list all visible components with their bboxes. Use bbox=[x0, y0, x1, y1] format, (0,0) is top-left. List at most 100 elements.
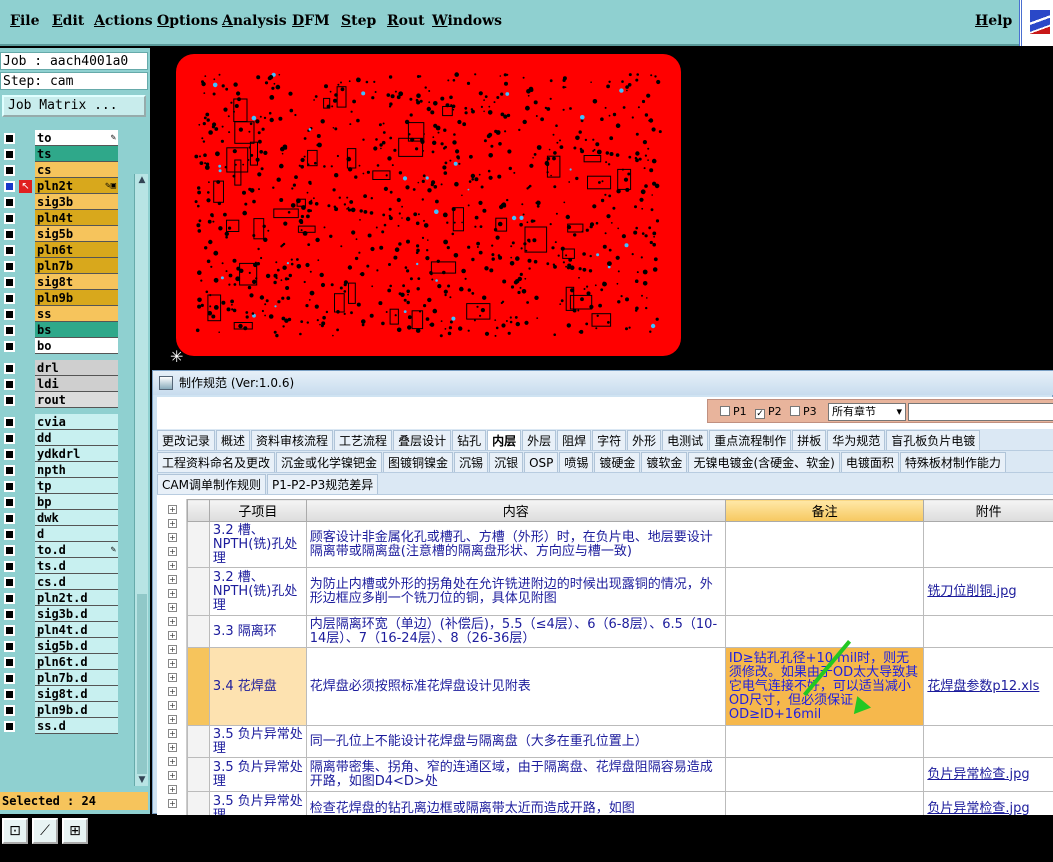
measure-icon[interactable]: ⟋ bbox=[32, 818, 58, 844]
layer-checkbox[interactable] bbox=[4, 181, 15, 192]
layer-name[interactable]: sig5b bbox=[35, 226, 118, 242]
expand-icon[interactable]: + bbox=[168, 603, 177, 612]
layer-checkbox[interactable] bbox=[4, 593, 15, 604]
table-row[interactable]: 3.4 花焊盘花焊盘必须按照标准花焊盘设计见附表ID≥钻孔孔径+10 mil时，… bbox=[188, 648, 1053, 726]
expand-icon[interactable]: + bbox=[168, 547, 177, 556]
layer-row[interactable]: pln7b.d bbox=[0, 670, 120, 686]
layer-row[interactable]: drl bbox=[0, 360, 120, 376]
p2-option[interactable]: ✓P2 bbox=[755, 405, 782, 419]
layer-checkbox[interactable] bbox=[4, 395, 15, 406]
layer-name[interactable]: pln9b bbox=[35, 290, 118, 306]
table-row[interactable]: 3.2 槽、NPTH(铣)孔处理为防止内槽或外形的拐角处在允许铣进附边的时候出现… bbox=[188, 568, 1053, 616]
tab-item[interactable]: 电测试 bbox=[662, 430, 708, 450]
layer-row[interactable]: bp bbox=[0, 494, 120, 510]
expand-icon[interactable]: + bbox=[168, 715, 177, 724]
layer-checkbox[interactable] bbox=[4, 529, 15, 540]
expand-icon[interactable]: + bbox=[168, 701, 177, 710]
layer-checkbox[interactable] bbox=[4, 625, 15, 636]
layer-checkbox[interactable] bbox=[4, 229, 15, 240]
layer-row[interactable]: cs bbox=[0, 162, 120, 178]
layer-checkbox[interactable] bbox=[4, 721, 15, 732]
layer-name[interactable]: drl bbox=[35, 360, 118, 376]
grid-icon[interactable]: ⊞ bbox=[62, 818, 88, 844]
menu-analysis[interactable]: Analysis bbox=[222, 13, 287, 29]
p1-option[interactable]: P1 bbox=[720, 405, 747, 418]
layer-name[interactable]: bs bbox=[35, 322, 118, 338]
layer-checkbox[interactable] bbox=[4, 417, 15, 428]
layer-checkbox[interactable] bbox=[4, 197, 15, 208]
layer-row[interactable]: dwk bbox=[0, 510, 120, 526]
layer-row[interactable]: pln2t.d bbox=[0, 590, 120, 606]
layer-name[interactable]: ts bbox=[35, 146, 118, 162]
expand-icon[interactable]: + bbox=[168, 631, 177, 640]
layer-checkbox[interactable] bbox=[4, 657, 15, 668]
table-row[interactable]: 3.2 槽、NPTH(铣)孔处理顾客设计非金属化孔或槽孔、方槽（外形）时，在负片… bbox=[188, 522, 1053, 568]
layer-row[interactable]: cvia bbox=[0, 414, 120, 430]
layer-row[interactable]: sig5b bbox=[0, 226, 120, 242]
layer-name[interactable]: ydkdrl bbox=[35, 446, 118, 462]
tab-item[interactable]: 沉金或化学镍钯金 bbox=[276, 452, 382, 472]
layer-row[interactable]: rout bbox=[0, 392, 120, 408]
cell-attachment[interactable]: 负片异常检查.jpg bbox=[924, 792, 1053, 816]
layer-checkbox[interactable] bbox=[4, 497, 15, 508]
expand-icon[interactable]: + bbox=[168, 589, 177, 598]
layer-name[interactable]: ss.d bbox=[35, 718, 118, 734]
layer-name[interactable]: pln7b bbox=[35, 258, 118, 274]
tab-item[interactable]: 内层 bbox=[487, 430, 521, 450]
expand-icon[interactable]: + bbox=[168, 505, 177, 514]
pcb-board-view[interactable] bbox=[176, 54, 681, 356]
tab-item[interactable]: CAM调单制作规则 bbox=[157, 474, 266, 494]
expand-icon[interactable]: + bbox=[168, 771, 177, 780]
layer-name[interactable]: pln2t.d bbox=[35, 590, 118, 606]
expand-icon[interactable]: + bbox=[168, 673, 177, 682]
table-row[interactable]: 3.5 负片异常处理检查花焊盘的钻孔离边框或隔离带太近而造成开路，如图负片异常检… bbox=[188, 792, 1053, 816]
tab-item[interactable]: 重点流程制作 bbox=[709, 430, 791, 450]
layer-checkbox[interactable] bbox=[4, 309, 15, 320]
menu-edit[interactable]: Edit bbox=[52, 13, 84, 29]
layer-checkbox[interactable] bbox=[4, 379, 15, 390]
cell-attachment[interactable]: 负片异常检查.jpg bbox=[924, 758, 1053, 792]
tab-item[interactable]: 特殊板材制作能力 bbox=[900, 452, 1006, 472]
tab-item[interactable]: 镀硬金 bbox=[594, 452, 640, 472]
tab-item[interactable]: 沉锡 bbox=[454, 452, 488, 472]
menu-options[interactable]: Options bbox=[157, 13, 218, 29]
expand-icon[interactable]: + bbox=[168, 743, 177, 752]
tab-item[interactable]: 资料审核流程 bbox=[251, 430, 333, 450]
layer-checkbox[interactable] bbox=[4, 213, 15, 224]
menu-dfm[interactable]: DFM bbox=[292, 13, 330, 29]
tab-item[interactable]: 更改记录 bbox=[157, 430, 215, 450]
p2-checkbox[interactable]: ✓ bbox=[755, 409, 765, 419]
layer-checkbox[interactable] bbox=[4, 433, 15, 444]
expand-icon[interactable]: + bbox=[168, 575, 177, 584]
expand-icon[interactable]: + bbox=[168, 799, 177, 808]
p1-checkbox[interactable] bbox=[720, 406, 730, 416]
layer-checkbox[interactable] bbox=[4, 577, 15, 588]
layer-row[interactable]: ↖pln2t✎▣ bbox=[0, 178, 120, 194]
layer-name[interactable]: pln9b.d bbox=[35, 702, 118, 718]
layer-name[interactable]: dd bbox=[35, 430, 118, 446]
menu-file[interactable]: File bbox=[10, 13, 40, 29]
layer-row[interactable]: ts bbox=[0, 146, 120, 162]
layer-checkbox[interactable] bbox=[4, 465, 15, 476]
layer-name[interactable]: d bbox=[35, 526, 118, 542]
layer-name[interactable]: pln4t bbox=[35, 210, 118, 226]
attachment-link[interactable]: 铣刀位削铜.jpg bbox=[927, 584, 1016, 599]
layer-checkbox[interactable] bbox=[4, 449, 15, 460]
tab-item[interactable]: 外形 bbox=[627, 430, 661, 450]
tab-item[interactable]: 沉银 bbox=[489, 452, 523, 472]
layer-row[interactable]: ydkdrl bbox=[0, 446, 120, 462]
attachment-link[interactable]: 花焊盘参数p12.xls bbox=[927, 679, 1039, 694]
tab-item[interactable]: 镀软金 bbox=[641, 452, 687, 472]
chapter-select[interactable]: 所有章节 bbox=[828, 403, 906, 421]
tab-item[interactable]: 电镀面积 bbox=[841, 452, 899, 472]
layer-row[interactable]: pln9b.d bbox=[0, 702, 120, 718]
expand-icon[interactable]: + bbox=[168, 687, 177, 696]
layer-row[interactable]: sig3b bbox=[0, 194, 120, 210]
layer-row[interactable]: to✎ bbox=[0, 130, 120, 146]
layer-row[interactable]: to.d✎ bbox=[0, 542, 120, 558]
layer-row[interactable]: ldi bbox=[0, 376, 120, 392]
p3-option[interactable]: P3 bbox=[790, 405, 817, 418]
menu-windows[interactable]: Windows bbox=[432, 13, 502, 29]
scroll-thumb[interactable] bbox=[137, 594, 147, 774]
layer-name[interactable]: to.d✎ bbox=[35, 542, 118, 558]
